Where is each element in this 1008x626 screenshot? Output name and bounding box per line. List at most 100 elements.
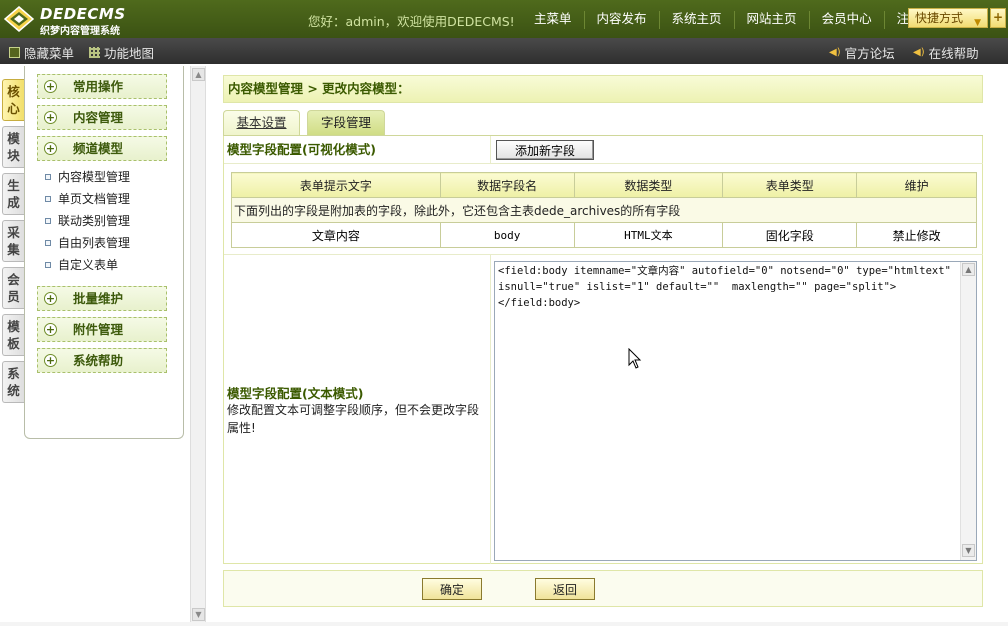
vtab-templates[interactable]: 模板: [2, 314, 24, 356]
menu-batch[interactable]: + 批量维护: [37, 286, 167, 311]
vtab-generate[interactable]: 生成: [2, 173, 24, 215]
menu-system-help[interactable]: + 系统帮助: [37, 348, 167, 373]
confirm-button[interactable]: 确定: [422, 578, 482, 600]
field-config-panel: 模型字段配置(可视化模式) 添加新字段 表单提示文字 数据字段名 数据类型 表单…: [223, 136, 983, 564]
nav-site-home[interactable]: 网站主页: [733, 11, 809, 29]
menu-head-label: 常用操作: [73, 79, 124, 94]
expand-icon: +: [44, 354, 57, 367]
vtab-modules[interactable]: 模块: [2, 126, 24, 168]
nav-system-home[interactable]: 系统主页: [658, 11, 734, 29]
speaker-icon: ◀): [913, 47, 925, 58]
bullet-icon: [45, 218, 51, 224]
sub-toolbar: 隐藏菜单 功能地图 ◀) 官方论坛 ◀) 在线帮助: [0, 38, 1008, 64]
menu-link-content-model[interactable]: 内容模型管理: [45, 168, 130, 186]
menu-link-free-list[interactable]: 自由列表管理: [45, 234, 130, 252]
nav-member-center[interactable]: 会员中心: [808, 11, 884, 29]
collapse-icon: +: [44, 142, 57, 155]
fields-table: 表单提示文字 数据字段名 数据类型 表单类型 维护 下面列出的字段是附加表的字段…: [231, 172, 977, 248]
table-note: 下面列出的字段是附加表的字段，除此外，它还包含主表dede_archives的所…: [231, 197, 977, 223]
menu-link-single-page[interactable]: 单页文档管理: [45, 190, 130, 208]
add-field-cell: 添加新字段: [490, 136, 983, 164]
table-note-row: 下面列出的字段是附加表的字段，除此外，它还包含主表dede_archives的所…: [231, 197, 977, 223]
page-title: 内容模型管理 > 更改内容模型：: [223, 75, 983, 103]
menu-link-label: 单页文档管理: [58, 192, 131, 206]
bullet-icon: [45, 262, 51, 268]
cell-maintain: 禁止修改: [856, 222, 977, 248]
expand-icon: +: [44, 111, 57, 124]
back-button[interactable]: 返回: [535, 578, 595, 600]
mouse-cursor-icon: [628, 348, 642, 369]
nav-publish[interactable]: 内容发布: [583, 11, 659, 29]
menu-link-label: 自由列表管理: [58, 236, 131, 250]
scroll-up-icon[interactable]: ▲: [192, 68, 205, 81]
hide-menu-link[interactable]: 隐藏菜单: [9, 43, 74, 62]
editor-content[interactable]: <field:body itemname="文章内容" autofield="0…: [498, 263, 958, 559]
visual-mode-title: 模型字段配置(可视化模式): [224, 136, 490, 164]
welcome-text: 您好：admin，欢迎使用DEDECMS!: [308, 14, 515, 29]
online-help-link[interactable]: ◀) 在线帮助: [913, 43, 979, 62]
editor-scrollbar[interactable]: ▲ ▼: [960, 262, 976, 560]
dedecms-logo-icon: [4, 6, 34, 32]
menu-head-label: 附件管理: [73, 322, 124, 337]
vtab-collect[interactable]: 采集: [2, 220, 24, 262]
nav-main-menu[interactable]: 主菜单: [522, 11, 584, 29]
menu-link-label: 内容模型管理: [58, 170, 131, 184]
bullet-icon: [45, 196, 51, 202]
top-header: DEDECMS 织梦内容管理系统 您好：admin，欢迎使用DEDECMS! 主…: [0, 0, 1008, 38]
expand-icon: +: [44, 323, 57, 336]
frame-scrollbar[interactable]: ▲ ▼: [190, 66, 206, 626]
menu-link-linkage[interactable]: 联动类别管理: [45, 212, 130, 230]
hide-menu-label: 隐藏菜单: [24, 46, 75, 61]
add-shortcut-button[interactable]: +: [990, 8, 1006, 28]
menu-common-ops[interactable]: + 常用操作: [37, 74, 167, 99]
quick-menu-label: 快捷方式: [915, 11, 964, 25]
quick-menu-button[interactable]: 快捷方式 ▼: [908, 8, 988, 28]
text-mode-editor-cell: <field:body itemname="文章内容" autofield="0…: [490, 254, 983, 564]
top-nav: 主菜单 内容发布 系统主页 网站主页 会员中心 注销: [522, 11, 934, 29]
add-field-button[interactable]: 添加新字段: [496, 140, 594, 160]
vtab-system[interactable]: 系统: [2, 361, 24, 403]
chevron-down-icon: ▼: [974, 18, 981, 28]
menu-head-label: 系统帮助: [73, 353, 124, 368]
scroll-down-icon[interactable]: ▼: [192, 608, 205, 621]
bullet-icon: [45, 240, 51, 246]
table-header-row: 表单提示文字 数据字段名 数据类型 表单类型 维护: [231, 172, 977, 198]
menu-head-label: 频道模型: [73, 141, 124, 156]
cell-data-type: HTML文本: [573, 222, 724, 248]
col-data-type: 数据类型: [573, 172, 724, 198]
menu-link-custom-form[interactable]: 自定义表单: [45, 256, 118, 274]
site-map-link[interactable]: 功能地图: [89, 43, 154, 62]
menu-attachments[interactable]: + 附件管理: [37, 317, 167, 342]
menu-content-mgmt[interactable]: + 内容管理: [37, 105, 167, 130]
expand-icon: +: [44, 292, 57, 305]
site-map-label: 功能地图: [104, 46, 155, 61]
form-actions: 确定 返回: [223, 570, 983, 607]
official-forum-link[interactable]: ◀) 官方论坛: [829, 43, 895, 62]
tab-field-management[interactable]: 字段管理: [307, 110, 385, 136]
logo[interactable]: DEDECMS 织梦内容管理系统: [4, 4, 139, 37]
col-maintain: 维护: [856, 172, 977, 198]
expand-icon: +: [44, 80, 57, 93]
bottom-edge: [0, 622, 1008, 626]
help-label: 在线帮助: [928, 46, 979, 61]
cell-form-type: 固化字段: [722, 222, 858, 248]
field-config-textarea[interactable]: <field:body itemname="文章内容" autofield="0…: [494, 261, 977, 561]
forum-label: 官方论坛: [844, 46, 895, 61]
menu-link-label: 自定义表单: [58, 258, 119, 272]
menu-link-label: 联动类别管理: [58, 214, 131, 228]
col-form-label: 表单提示文字: [231, 172, 441, 198]
scroll-down-icon[interactable]: ▼: [962, 544, 975, 557]
tab-basic-settings[interactable]: 基本设置: [223, 110, 300, 136]
speaker-icon: ◀): [829, 47, 841, 58]
text-mode-title: 模型字段配置(文本模式): [227, 386, 364, 401]
menu-channel-model[interactable]: + 频道模型: [37, 136, 167, 161]
table-row: 文章内容 body HTML文本 固化字段 禁止修改: [231, 222, 977, 248]
logo-title: DEDECMS: [40, 5, 126, 23]
grid-icon: [89, 47, 100, 58]
menu-head-label: 批量维护: [73, 291, 124, 306]
scroll-up-icon[interactable]: ▲: [962, 263, 975, 276]
cell-form-label: 文章内容: [231, 222, 441, 248]
vtab-core[interactable]: 核心: [2, 79, 24, 121]
text-mode-label-cell: 模型字段配置(文本模式) 修改配置文本可调整字段顺序，但不会更改字段属性!: [224, 254, 490, 564]
vtab-members[interactable]: 会员: [2, 267, 24, 309]
